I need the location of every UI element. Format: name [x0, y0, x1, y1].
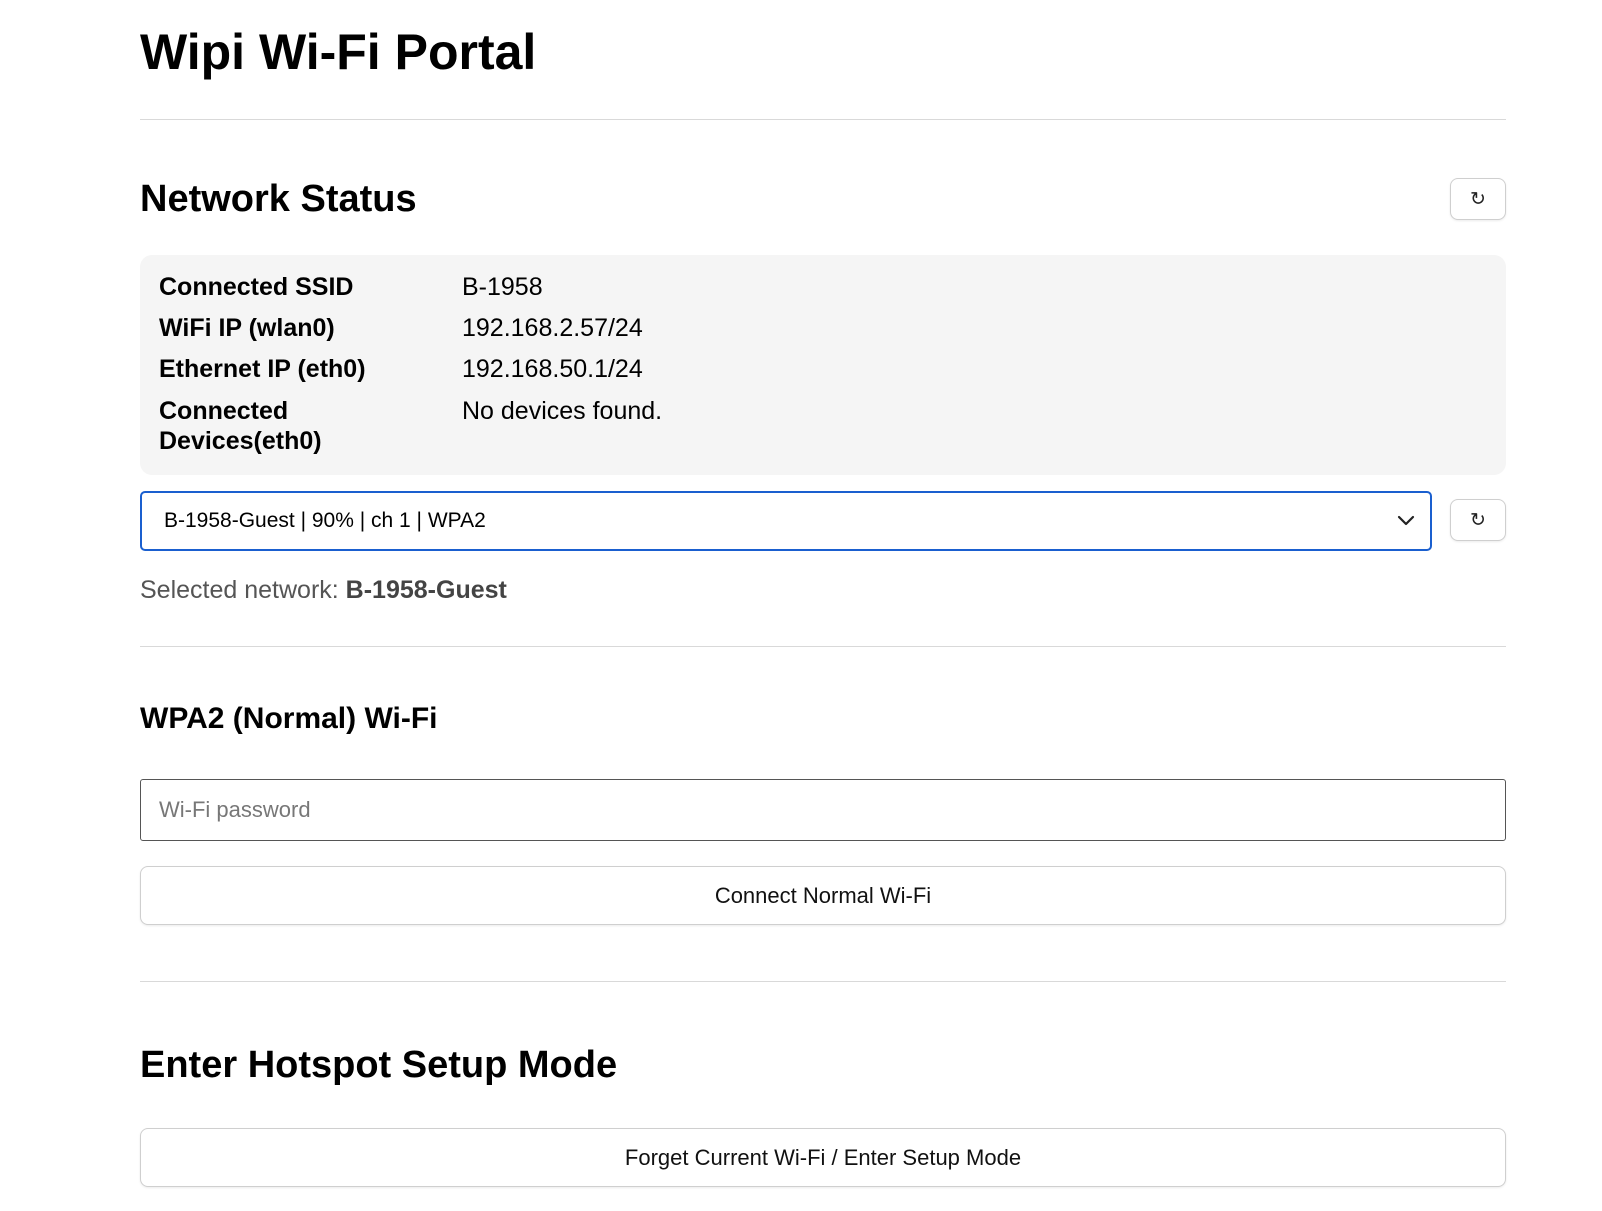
- network-status-title: Network Status: [140, 178, 417, 220]
- status-key-devices: Connected Devices(eth0): [159, 397, 322, 455]
- selected-network-value: B-1958-Guest: [345, 576, 507, 604]
- hotspot-title: Enter Hotspot Setup Mode: [140, 1044, 618, 1086]
- selected-network-label: Selected network:: [140, 576, 339, 604]
- enter-setup-mode-button[interactable]: Forget Current Wi-Fi / Enter Setup Mode: [140, 1128, 1506, 1187]
- wifi-password-input[interactable]: [140, 779, 1506, 841]
- status-key-ethernet-ip: Ethernet IP (eth0): [159, 355, 366, 383]
- status-panel: Connected SSID B-1958 WiFi IP (wlan0) 19…: [140, 255, 1506, 475]
- page-title: Wipi Wi-Fi Portal: [140, 24, 537, 80]
- status-value-ssid: B-1958: [462, 273, 543, 301]
- status-value-devices: No devices found.: [462, 397, 663, 425]
- network-select[interactable]: B-1958-Guest | 90% | ch 1 | WPA2: [140, 491, 1432, 551]
- header-divider: [140, 119, 1506, 120]
- connect-normal-wifi-button[interactable]: Connect Normal Wi-Fi: [140, 866, 1506, 925]
- status-key-ssid: Connected SSID: [159, 273, 354, 301]
- network-select-value: B-1958-Guest | 90% | ch 1 | WPA2: [164, 509, 486, 532]
- status-value-wifi-ip: 192.168.2.57/24: [462, 314, 643, 342]
- status-key-wifi-ip: WiFi IP (wlan0): [159, 314, 335, 342]
- refresh-icon: ↻: [1470, 188, 1486, 210]
- chevron-down-icon: [1397, 515, 1415, 526]
- wpa2-title: WPA2 (Normal) Wi-Fi: [140, 702, 438, 735]
- status-refresh-button[interactable]: ↻: [1450, 178, 1506, 220]
- scan-refresh-button[interactable]: ↻: [1450, 499, 1506, 541]
- status-value-ethernet-ip: 192.168.50.1/24: [462, 355, 643, 383]
- selected-network-line: Selected network: B-1958-Guest: [140, 575, 507, 605]
- section-divider-1: [140, 646, 1506, 647]
- section-divider-2: [140, 981, 1506, 982]
- refresh-icon: ↻: [1470, 509, 1486, 531]
